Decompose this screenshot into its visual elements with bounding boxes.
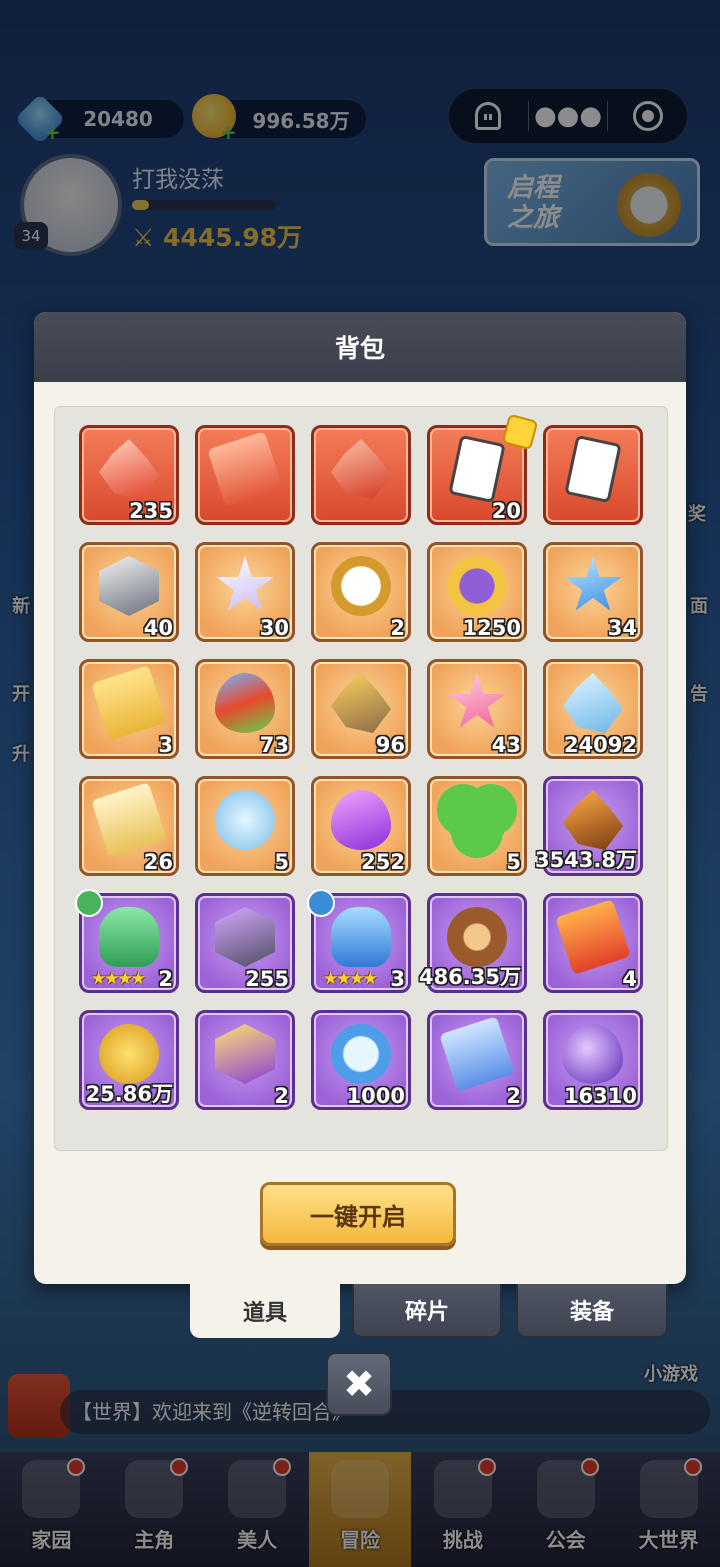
item-slot[interactable]: 26 [79, 776, 179, 876]
item-slot[interactable]: 24092 [543, 659, 643, 759]
item-slot[interactable]: 3 [79, 659, 179, 759]
item-count: 25.86万 [85, 1082, 173, 1106]
item-slot[interactable] [543, 425, 643, 525]
backpack-modal: 背包 235 20 40 30 2 1250 34 3 73 96 43 24092 26 5 252 5 35… [34, 312, 686, 1284]
item-count: 16310 [563, 1084, 637, 1108]
item-count: 1000 [346, 1084, 405, 1108]
item-slot[interactable]: 34 [543, 542, 643, 642]
item-grid-panel: 235 20 40 30 2 1250 34 3 73 96 43 24092 26 5 252 5 3543.… [54, 406, 668, 1151]
item-count: 43 [491, 733, 521, 757]
item-grid: 235 20 40 30 2 1250 34 3 73 96 43 24092 26 5 252 5 3543.… [75, 413, 643, 1110]
item-slot[interactable]: ★★★★ 2 [75, 889, 179, 993]
item-slot[interactable]: 5 [195, 776, 295, 876]
item-slot[interactable]: 3543.8万 [535, 776, 643, 876]
item-count: 2 [390, 616, 405, 640]
item-slot[interactable]: 2 [427, 1010, 527, 1110]
item-slot[interactable]: 4 [543, 893, 643, 993]
element-badge-icon [307, 889, 335, 917]
close-icon: ✖ [343, 1362, 375, 1406]
compass-coin-icon [447, 556, 507, 616]
item-slot[interactable]: ★★★★ 3 [307, 889, 411, 993]
open-all-button[interactable]: 一键开启 [260, 1182, 456, 1246]
item-count: 1250 [462, 616, 521, 640]
item-count: 3 [158, 733, 173, 757]
item-count: 252 [361, 850, 405, 874]
item-count: 2 [158, 967, 173, 991]
item-count: 4 [622, 967, 637, 991]
m-coin-icon [99, 1024, 159, 1084]
item-count: 2 [506, 1084, 521, 1108]
star-rating: ★★★★ [323, 969, 378, 989]
item-slot[interactable]: 20 [427, 413, 539, 525]
item-slot[interactable]: 43 [427, 659, 527, 759]
item-slot[interactable]: 30 [195, 542, 295, 642]
item-count: 73 [259, 733, 289, 757]
star-rating: ★★★★ [91, 969, 146, 989]
item-count: 3543.8万 [534, 848, 637, 872]
item-slot[interactable]: 2 [195, 1010, 295, 1110]
item-count: 96 [375, 733, 405, 757]
item-slot[interactable]: 16310 [543, 1010, 643, 1110]
item-slot[interactable]: 255 [195, 893, 295, 993]
item-slot[interactable]: 1250 [427, 542, 527, 642]
close-button[interactable]: ✖ [326, 1352, 392, 1416]
item-count: 486.35万 [418, 965, 521, 989]
item-count: 34 [607, 616, 637, 640]
tab-fragments[interactable]: 碎片 [352, 1284, 502, 1338]
element-badge-icon [75, 889, 103, 917]
item-slot[interactable]: 2 [311, 542, 411, 642]
item-slot[interactable] [311, 425, 411, 525]
item-count: 26 [143, 850, 173, 874]
item-slot[interactable]: 1000 [311, 1010, 411, 1110]
item-slot[interactable]: 5 [427, 776, 527, 876]
blue-helmet-icon [331, 907, 391, 967]
item-slot[interactable]: 235 [79, 425, 179, 525]
item-slot[interactable]: 73 [195, 659, 295, 759]
item-count: 3 [390, 967, 405, 991]
tab-equipment[interactable]: 装备 [516, 1284, 668, 1338]
item-slot[interactable]: 252 [311, 776, 411, 876]
item-slot[interactable]: 96 [311, 659, 411, 759]
clover-icon [447, 790, 507, 850]
modal-title: 背包 [34, 312, 686, 382]
wood-logs-icon [447, 907, 507, 967]
tab-items[interactable]: 道具 [190, 1284, 340, 1338]
item-count: 235 [129, 499, 173, 523]
item-count: 5 [506, 850, 521, 874]
green-helmet-icon [99, 907, 159, 967]
item-count: 30 [259, 616, 289, 640]
item-count: 20 [491, 499, 521, 523]
pocket-watch-icon [331, 556, 391, 616]
item-count: 2 [274, 1084, 289, 1108]
item-count: 40 [143, 616, 173, 640]
item-slot[interactable]: 40 [79, 542, 179, 642]
item-count: 255 [245, 967, 289, 991]
item-slot[interactable]: 486.35万 [419, 893, 527, 993]
blue-coin-icon [331, 1024, 391, 1084]
item-count: 5 [274, 850, 289, 874]
item-slot[interactable]: 25.86万 [79, 1010, 179, 1110]
item-count: 24092 [563, 733, 637, 757]
wind-orb-icon [215, 790, 275, 850]
item-slot[interactable] [195, 425, 295, 525]
